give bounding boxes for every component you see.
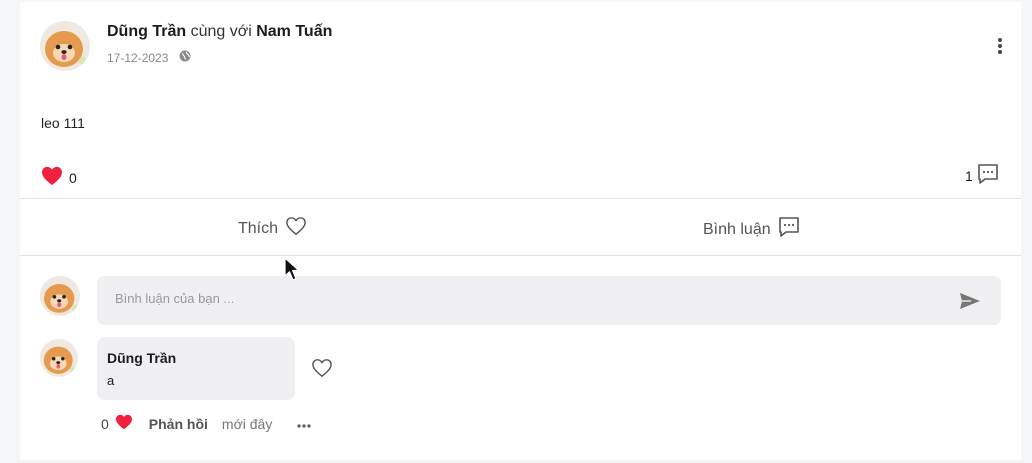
- more-options-icon[interactable]: [990, 36, 1010, 58]
- current-user-avatar: [40, 276, 80, 316]
- send-icon[interactable]: [959, 292, 981, 315]
- heart-filled-icon: [41, 166, 63, 189]
- like-count: 0: [69, 169, 77, 186]
- comment-author[interactable]: Dũng Trần: [107, 350, 176, 366]
- mouse-cursor-icon: [284, 257, 302, 288]
- comment-button-label: Bình luận: [703, 220, 771, 238]
- comment-input-box: [97, 276, 1001, 325]
- commenter-avatar[interactable]: [40, 339, 78, 377]
- divider: [20, 255, 1021, 256]
- like-button[interactable]: Thích: [238, 216, 307, 241]
- comment-count: 1: [965, 167, 973, 184]
- comment-footer: 0 Phản hồi mới đây: [101, 414, 312, 433]
- like-stats[interactable]: 0: [41, 166, 77, 189]
- comment-time: mới đây: [221, 415, 273, 432]
- post-meta: 17-12-2023: [107, 50, 191, 65]
- author-avatar[interactable]: [40, 21, 90, 71]
- globe-icon: [179, 50, 191, 65]
- like-button-label: Thích: [238, 219, 279, 237]
- post-content: leo 111: [41, 115, 85, 131]
- tagged-user-name[interactable]: Nam Tuấn: [256, 23, 332, 40]
- comment-input[interactable]: [115, 291, 915, 306]
- comment-icon: [778, 216, 800, 243]
- heart-filled-icon[interactable]: [115, 414, 133, 433]
- heart-outline-icon: [285, 216, 307, 241]
- comment-text: a: [107, 373, 115, 388]
- with-text: cùng với: [190, 23, 252, 40]
- comment-stats[interactable]: 1: [965, 163, 999, 188]
- divider: [20, 198, 1021, 199]
- post-card: Dũng Trần cùng với Nam Tuấn 17-12-2023 l…: [20, 2, 1021, 460]
- comment-icon: [977, 163, 999, 188]
- reply-button[interactable]: Phản hồi: [149, 416, 208, 432]
- post-date: 17-12-2023: [107, 50, 169, 65]
- comment-bubble: Dũng Trần a: [97, 337, 295, 400]
- author-name[interactable]: Dũng Trần: [107, 23, 186, 40]
- more-horizontal-icon[interactable]: [296, 416, 312, 432]
- comment-like-count: 0: [101, 415, 109, 432]
- heart-outline-icon[interactable]: [311, 358, 333, 383]
- comment-button[interactable]: Bình luận: [703, 216, 800, 243]
- post-author-line: Dũng Trần cùng với Nam Tuấn: [107, 23, 332, 41]
